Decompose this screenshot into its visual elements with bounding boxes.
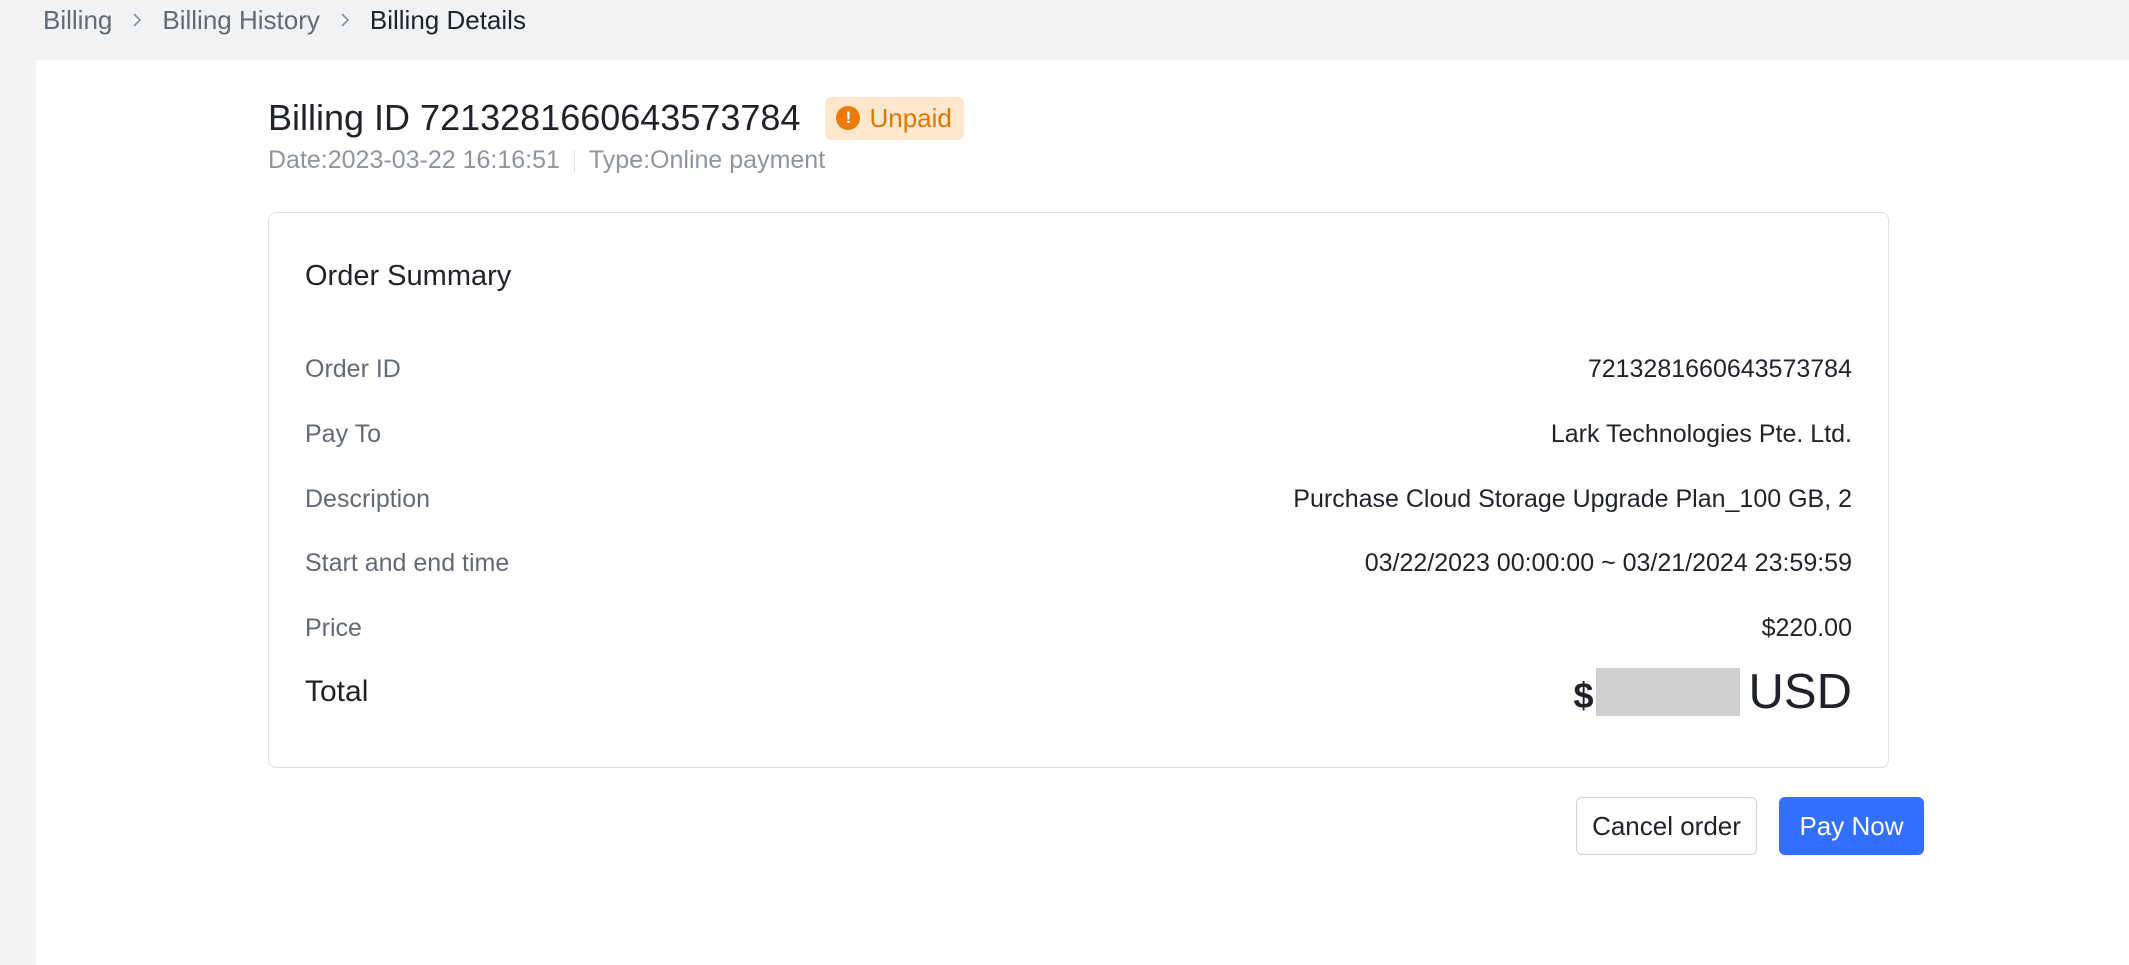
order-summary-title: Order Summary — [305, 260, 512, 292]
row-value: $220.00 — [1761, 613, 1852, 642]
row-label: Order ID — [305, 354, 401, 383]
total-label: Total — [305, 675, 369, 708]
row-value: 03/22/2023 00:00:00 ~ 03/21/2024 23:59:5… — [1364, 548, 1852, 577]
row-value: Purchase Cloud Storage Upgrade Plan_100 … — [1293, 484, 1852, 513]
chevron-right-icon — [112, 12, 162, 28]
currency-symbol: $ — [1573, 675, 1594, 716]
row-label: Start and end time — [305, 548, 510, 577]
status-badge-label: Unpaid — [869, 102, 952, 133]
description-row: Description Purchase Cloud Storage Upgra… — [305, 479, 1852, 519]
price-row: Price $220.00 — [305, 608, 1852, 648]
meta-divider — [573, 149, 575, 172]
total-row: Total $ USD — [305, 662, 1852, 722]
pay-to-row: Pay To Lark Technologies Pte. Ltd. — [305, 414, 1852, 454]
currency-code: USD — [1748, 665, 1852, 719]
pay-now-button[interactable]: Pay Now — [1779, 797, 1924, 855]
breadcrumb: Billing Billing History Billing Details — [43, 0, 526, 40]
start-end-time-row: Start and end time 03/22/2023 00:00:00 ~… — [305, 543, 1852, 583]
row-label: Description — [305, 484, 431, 513]
row-label: Pay To — [305, 419, 381, 448]
meta-row: Date:2023-03-22 16:16:51 Type:Online pay… — [268, 146, 825, 175]
billing-details-panel: Billing ID 7213281660643573784 ! Unpaid … — [36, 60, 2129, 965]
redacted-amount — [1595, 668, 1740, 716]
breadcrumb-billing[interactable]: Billing — [43, 5, 112, 36]
row-label: Price — [305, 613, 362, 642]
row-value: 7213281660643573784 — [1587, 354, 1852, 383]
chevron-right-icon — [320, 12, 370, 28]
order-summary-card: Order Summary Order ID 72132816606435737… — [268, 212, 1889, 768]
billing-type: Type:Online payment — [588, 146, 826, 174]
exclamation-circle-icon: ! — [836, 106, 861, 130]
cancel-order-button[interactable]: Cancel order — [1576, 797, 1757, 855]
billing-date: Date:2023-03-22 16:16:51 — [268, 146, 560, 174]
total-amount: $ USD — [1574, 664, 1853, 720]
breadcrumb-billing-details: Billing Details — [369, 4, 526, 35]
title-row: Billing ID 7213281660643573784 ! Unpaid — [268, 95, 964, 141]
row-value: Lark Technologies Pte. Ltd. — [1550, 419, 1852, 448]
order-id-row: Order ID 7213281660643573784 — [305, 349, 1852, 389]
breadcrumb-billing-history[interactable]: Billing History — [162, 5, 320, 36]
status-badge: ! Unpaid — [825, 96, 964, 140]
page-title: Billing ID 7213281660643573784 — [268, 97, 801, 138]
